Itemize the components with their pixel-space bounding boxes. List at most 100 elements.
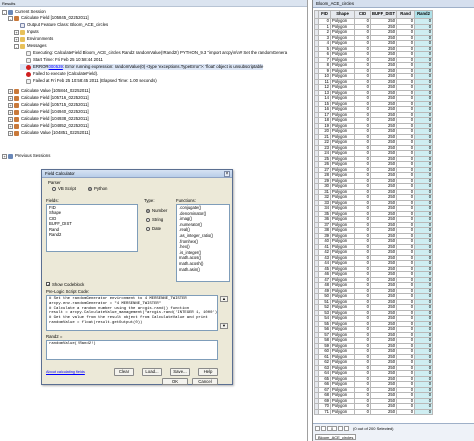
radio-icon[interactable] xyxy=(146,226,150,231)
type-option[interactable]: Date xyxy=(146,226,167,231)
help-button[interactable]: Help xyxy=(198,368,218,376)
tree-node[interactable]: - Messages xyxy=(14,43,47,49)
prev-record-button[interactable] xyxy=(321,426,326,431)
expand-icon[interactable]: + xyxy=(8,109,13,115)
tree-node-label: Calculate Value [104851_02252011] xyxy=(21,130,90,135)
expand-icon[interactable]: + xyxy=(14,36,19,42)
radio-selected-icon[interactable] xyxy=(88,186,92,191)
type-options: Number String Date xyxy=(146,208,167,235)
checkbox-checked-icon[interactable]: ✓ xyxy=(46,282,50,287)
expand-icon[interactable]: + xyxy=(8,116,13,122)
radio-icon[interactable] xyxy=(146,217,150,222)
tree-node[interactable]: Executing: CalculateField Bloom_ACE_circ… xyxy=(20,50,287,56)
table-cell[interactable]: Polygon xyxy=(330,408,355,415)
tree-node[interactable]: ERROR 000539: Error running expression: … xyxy=(20,64,264,70)
folder-icon xyxy=(20,43,25,49)
tree-node[interactable]: Start Time: Fri Feb 25 10:58:44 2011 xyxy=(20,57,103,63)
radio-selected-icon[interactable] xyxy=(146,208,150,213)
field-list-item[interactable]: Rand2 xyxy=(47,232,137,237)
expand-icon[interactable]: + xyxy=(8,95,13,101)
tree-node-label: Calculate Value [105844_02252011] xyxy=(21,88,90,93)
tree-node[interactable]: + Calculate Field [104940_02252011] xyxy=(8,109,89,115)
prelogic-label: Pre-Logic Script Code: xyxy=(46,289,90,294)
close-icon[interactable]: × xyxy=(224,171,230,177)
parser-label: Parser xyxy=(48,180,61,185)
record-input[interactable]: 0 xyxy=(327,426,337,431)
tree-node-label: Calculate Field [104940_02252011] xyxy=(21,109,89,114)
fields-list[interactable]: FID Shape CID BUFF_DIST Rand Rand2 xyxy=(46,204,138,252)
table-cell[interactable]: 0 xyxy=(396,408,416,415)
table-footer: 0 (0 out of 200 Selected) Bloom_ACE_circ… xyxy=(313,423,474,441)
cancel-button[interactable]: Cancel xyxy=(192,378,218,385)
tool-icon xyxy=(14,95,19,101)
expand-icon[interactable]: + xyxy=(14,29,19,35)
ok-button[interactable]: OK xyxy=(162,378,188,385)
load-button[interactable]: Load... xyxy=(142,368,162,376)
code-up-button[interactable]: ▲ xyxy=(220,296,228,302)
last-record-button[interactable] xyxy=(344,426,349,431)
type-option[interactable]: String xyxy=(146,217,167,222)
expand-icon[interactable]: + xyxy=(8,102,13,108)
table-cell[interactable]: 250 xyxy=(369,408,398,415)
functions-list[interactable]: .conjugate() .denominator() .imag() .numera… xyxy=(176,204,230,282)
about-link[interactable]: About calculating fields xyxy=(46,370,85,375)
results-title: Results xyxy=(0,0,307,7)
rand2-label: Rand2 = xyxy=(46,334,63,339)
expression-editor[interactable]: randomValue(!Rand2!) xyxy=(46,340,218,360)
functions-label: Functions: xyxy=(176,198,196,203)
tree-node-label: Messages xyxy=(27,43,47,48)
message-icon xyxy=(26,57,31,63)
tree-node[interactable]: + Calculate Value [104851_02252011] xyxy=(8,130,90,136)
tool-icon xyxy=(14,116,19,122)
next-record-button[interactable] xyxy=(338,426,343,431)
tree-node-label: Calculate Field [104852_02252011] xyxy=(21,123,89,128)
show-codeblock-label: Show Codeblock xyxy=(52,282,85,287)
error-code-link[interactable]: 000539 xyxy=(49,64,63,70)
expand-icon[interactable]: + xyxy=(8,88,13,94)
tree-node-label: Executing: CalculateField Bloom_ACE_circ… xyxy=(33,50,288,55)
tree-node[interactable]: + Calculate Field [105716_02252011] xyxy=(8,95,89,101)
table-row[interactable]: 71 Polygon 0 250 0 0 xyxy=(314,408,434,415)
tree-node[interactable]: + Calculate Field [104938_02252011] xyxy=(8,116,89,122)
table-cell[interactable]: 0 xyxy=(354,408,371,415)
collapse-icon[interactable]: - xyxy=(2,9,7,15)
function-list-item[interactable]: math.asin() xyxy=(177,267,229,273)
collapse-icon[interactable]: - xyxy=(14,43,19,49)
table-tab[interactable]: Bloom_ACE_circles xyxy=(315,434,357,440)
parser-vb-option[interactable]: VB Script xyxy=(52,186,76,191)
first-record-button[interactable] xyxy=(315,426,320,431)
tree-node[interactable]: + Environments xyxy=(14,36,53,42)
tree-node-label: Calculate Field [105715_02252011] xyxy=(21,102,89,107)
type-option[interactable]: Number xyxy=(146,208,167,213)
tree-node[interactable]: - Calculate Field [105845_02252011] xyxy=(8,15,89,21)
collapse-icon[interactable]: - xyxy=(8,15,13,21)
clear-button[interactable]: Clear xyxy=(114,368,134,376)
code-down-button[interactable]: ▼ xyxy=(220,323,228,329)
prelogic-code-editor[interactable]: # Set the randomGenerator environment to… xyxy=(46,295,218,331)
save-button[interactable]: Save... xyxy=(170,368,190,376)
tool-icon xyxy=(14,109,19,115)
expand-icon[interactable]: + xyxy=(2,153,7,159)
expression-text: randomValue(!Rand2!) xyxy=(49,342,96,346)
expand-icon[interactable]: + xyxy=(8,130,13,136)
tool-icon xyxy=(14,88,19,94)
feature-class-icon xyxy=(20,22,25,28)
tree-node[interactable]: + Calculate Field [104852_02252011] xyxy=(8,123,89,129)
table-cell[interactable]: 0 xyxy=(414,408,434,415)
previous-sessions-node[interactable]: + Previous Sessions xyxy=(2,153,50,159)
table-cell[interactable]: 71 xyxy=(318,408,331,415)
tree-node[interactable]: Output Feature Class: Bloom_ACE_circles xyxy=(14,22,108,28)
table-body: 0 Polygon 0 250 0 0 1 Polygon 0 250 0 0 2 Polygon 0 250… xyxy=(314,18,434,415)
tree-node[interactable]: + Calculate Value [105844_02252011] xyxy=(8,88,90,94)
show-codeblock-option[interactable]: ✓ Show Codeblock xyxy=(46,282,84,287)
tree-node[interactable]: + Calculate Field [105715_02252011] xyxy=(8,102,89,108)
folder-icon xyxy=(20,29,25,35)
attribute-table-window: Bloom_ACE_circles FID Shape CID BUFF_DIST Ra… xyxy=(312,0,474,441)
tree-node[interactable]: Failed to execute (CalculateField). xyxy=(20,71,98,77)
attribute-table[interactable]: FID Shape CID BUFF_DIST Rand Rand2 0 Polygon 0 2… xyxy=(314,10,434,415)
tree-node[interactable]: Failed at Fri Feb 25 10:58:45 2011 (Elap… xyxy=(20,78,157,84)
radio-icon[interactable] xyxy=(52,186,56,191)
tree-node[interactable]: + Inputs xyxy=(14,29,39,35)
parser-python-option[interactable]: Python xyxy=(88,186,107,191)
expand-icon[interactable]: + xyxy=(8,123,13,129)
